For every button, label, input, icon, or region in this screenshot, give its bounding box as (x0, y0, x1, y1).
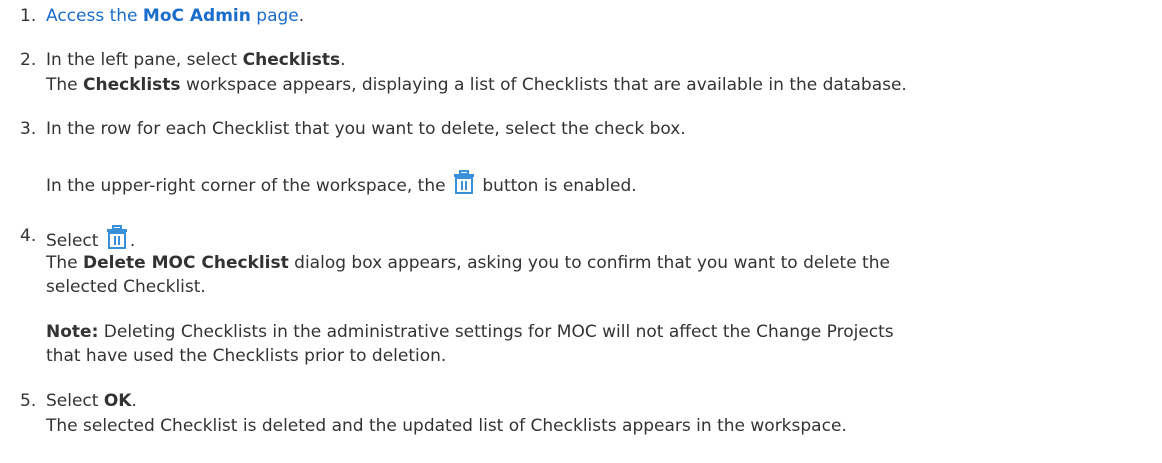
step-4: Select . (46, 225, 135, 252)
step-2-bold: Checklists (242, 50, 341, 70)
step-2-result-post: workspace appears, displaying a list of … (180, 75, 907, 95)
step-1: Access the MoC Admin page. (46, 5, 304, 27)
step-4-pre: Select (46, 231, 104, 251)
step-3-number: 3. (20, 119, 37, 139)
link-bold[interactable]: MoC Admin (143, 6, 251, 26)
step-4-number: 4. (20, 226, 37, 246)
trash-icon (453, 170, 474, 194)
moc-admin-link[interactable]: Access the MoC Admin page (46, 6, 299, 26)
step-2-result: The Checklists workspace appears, displa… (46, 74, 907, 96)
step-5-post: . (131, 391, 137, 411)
step-2-pre: In the left pane, select (46, 50, 243, 70)
note: Note: Deleting Checklists in the adminis… (46, 321, 894, 343)
step-4-result-bold: Delete MOC Checklist (83, 253, 289, 273)
note-line2: that have used the Checklists prior to d… (46, 346, 447, 366)
step-4-result: The Delete MOC Checklist dialog box appe… (46, 252, 890, 274)
step-2-number: 2. (20, 50, 37, 70)
link-suffix[interactable]: page (251, 6, 298, 26)
note-label: Note: (46, 322, 99, 342)
step-5-number: 5. (20, 391, 37, 411)
step-2: In the left pane, select Checklists. (46, 49, 346, 71)
step-2-post: . (340, 50, 346, 70)
step-5-pre: Select (46, 391, 104, 411)
step-2-result-bold: Checklists (83, 75, 181, 95)
step-1-number: 1. (20, 6, 37, 26)
trash-icon (106, 225, 127, 249)
step-5: Select OK. (46, 390, 137, 412)
step-4-result-pre: The (46, 253, 84, 273)
step-4-result-line2: selected Checklist. (46, 277, 206, 297)
step-3: In the row for each Checklist that you w… (46, 119, 686, 139)
step-3-result: In the upper-right corner of the workspa… (46, 170, 637, 197)
link-prefix[interactable]: Access the (46, 6, 143, 26)
step-3-result-post: button is enabled. (476, 176, 637, 196)
step-1-tail: . (298, 6, 305, 26)
step-3-result-pre: In the upper-right corner of the workspa… (46, 176, 451, 196)
step-2-result-pre: The (46, 75, 84, 95)
note-text: Deleting Checklists in the administrativ… (98, 322, 894, 342)
step-5-bold: OK (103, 391, 132, 411)
step-4-post: . (129, 231, 136, 251)
procedure-document: 1. Access the MoC Admin page. 2. In the … (0, 0, 1162, 463)
step-5-result: The selected Checklist is deleted and th… (46, 416, 847, 436)
step-4-result-post: dialog box appears, asking you to confir… (288, 253, 890, 273)
